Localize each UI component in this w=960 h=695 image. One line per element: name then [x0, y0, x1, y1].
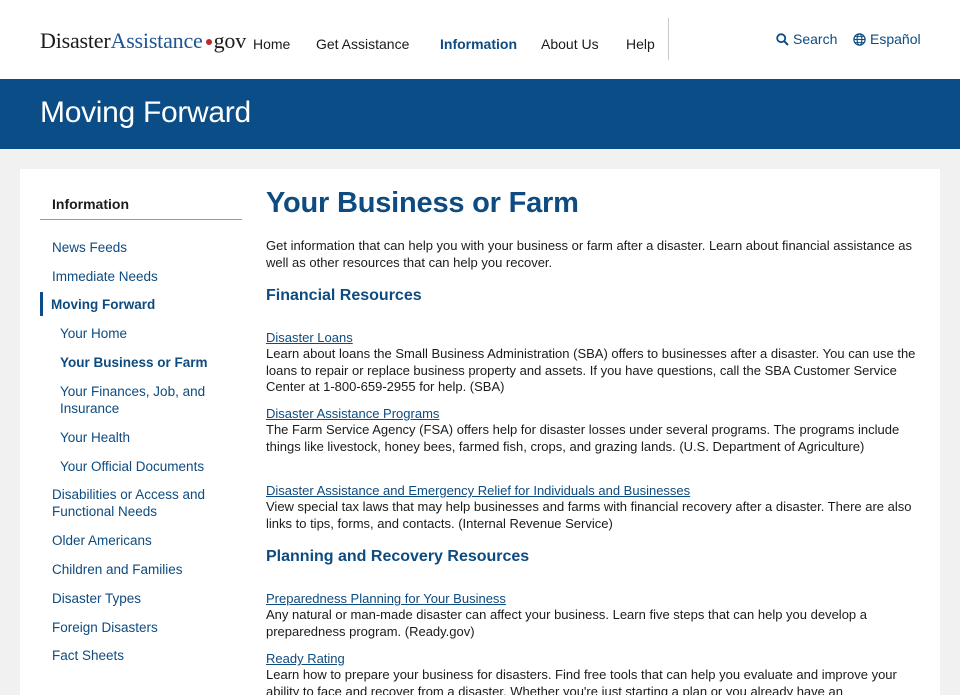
- sidebar-item-your-official-documents[interactable]: Your Official Documents: [60, 458, 230, 475]
- resource-link-preparedness-planning[interactable]: Preparedness Planning for Your Business: [266, 591, 506, 606]
- sidebar-item-disaster-types[interactable]: Disaster Types: [52, 590, 237, 607]
- nav-information[interactable]: Information: [440, 36, 517, 52]
- resource-desc-disaster-loans: Learn about loans the Small Business Adm…: [266, 346, 916, 394]
- resource-desc-disaster-assistance-programs: The Farm Service Agency (FSA) offers hel…: [266, 422, 900, 454]
- nav-get-assistance[interactable]: Get Assistance: [316, 36, 409, 52]
- resource-link-disaster-assistance-programs[interactable]: Disaster Assistance Programs: [266, 406, 439, 421]
- section-title-financial: Financial Resources: [266, 287, 422, 304]
- language-link[interactable]: Español: [853, 31, 921, 47]
- nav-about-us[interactable]: About Us: [541, 36, 599, 52]
- logo-text-disaster: Disaster: [40, 28, 111, 53]
- resource-desc-ready-rating: Learn how to prepare your business for d…: [266, 667, 897, 695]
- sidebar-item-your-health[interactable]: Your Health: [60, 429, 230, 446]
- page-banner: Moving Forward: [0, 79, 960, 149]
- logo-text-gov: gov: [213, 28, 247, 53]
- language-label: Español: [870, 31, 921, 47]
- sidebar-active-indicator: [40, 292, 43, 316]
- site-logo[interactable]: DisasterAssistance gov: [40, 28, 246, 54]
- sidebar-item-moving-forward[interactable]: Moving Forward: [51, 296, 236, 313]
- resource-link-ready-rating[interactable]: Ready Rating: [266, 651, 345, 666]
- sidebar-item-your-finances[interactable]: Your Finances, Job, and Insurance: [60, 383, 220, 417]
- resource-desc-preparedness-planning: Any natural or man-made disaster can aff…: [266, 607, 867, 639]
- logo-dot: [205, 38, 212, 45]
- sidebar-item-your-business-or-farm[interactable]: Your Business or Farm: [60, 354, 230, 371]
- sidebar-item-disabilities[interactable]: Disabilities or Access and Functional Ne…: [52, 486, 222, 520]
- search-link[interactable]: Search: [776, 31, 837, 47]
- banner-title: Moving Forward: [40, 96, 251, 129]
- sidebar-item-older-americans[interactable]: Older Americans: [52, 532, 237, 549]
- logo-text-assistance: Assistance: [110, 28, 203, 53]
- nav-help[interactable]: Help: [626, 36, 655, 52]
- search-label: Search: [793, 31, 838, 47]
- nav-divider: [668, 18, 669, 60]
- nav-home[interactable]: Home: [253, 36, 290, 52]
- sidebar-item-foreign-disasters[interactable]: Foreign Disasters: [52, 619, 237, 636]
- sidebar-item-your-home[interactable]: Your Home: [60, 325, 230, 342]
- search-icon: [776, 32, 789, 46]
- sidebar-heading: Information: [52, 196, 129, 212]
- sidebar-item-news-feeds[interactable]: News Feeds: [52, 239, 237, 256]
- page-title: Your Business or Farm: [266, 187, 579, 219]
- intro-text: Get information that can help you with y…: [266, 238, 913, 270]
- sidebar-item-children-and-families[interactable]: Children and Families: [52, 561, 237, 578]
- resource-link-emergency-relief[interactable]: Disaster Assistance and Emergency Relief…: [266, 483, 690, 498]
- resource-link-disaster-loans[interactable]: Disaster Loans: [266, 330, 353, 345]
- sidebar-divider: [40, 219, 242, 220]
- sidebar-item-fact-sheets[interactable]: Fact Sheets: [52, 647, 237, 664]
- section-title-planning: Planning and Recovery Resources: [266, 548, 530, 565]
- resource-desc-emergency-relief: View special tax laws that may help busi…: [266, 499, 912, 531]
- globe-icon: [853, 32, 866, 46]
- sidebar-item-immediate-needs[interactable]: Immediate Needs: [52, 268, 237, 285]
